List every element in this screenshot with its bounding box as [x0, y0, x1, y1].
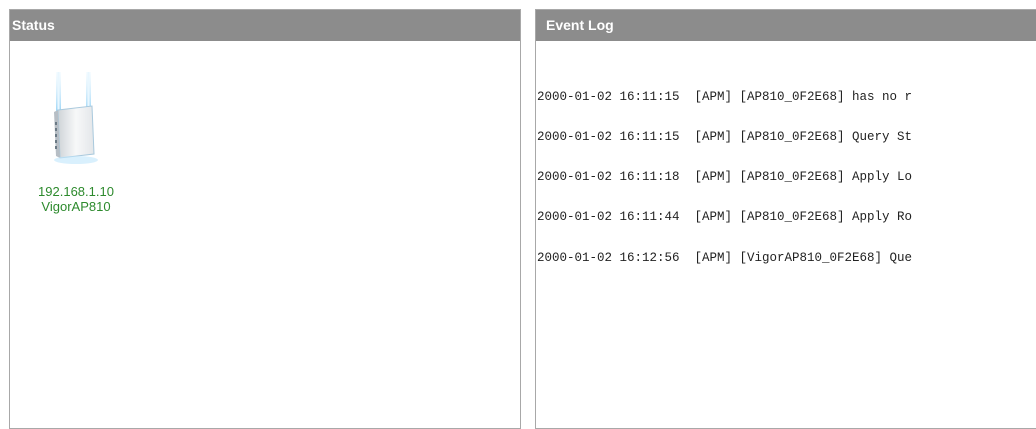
log-line: 2000-01-02 16:11:18 [APM] [AP810_0F2E68]…: [537, 170, 913, 185]
access-point-icon: [54, 72, 98, 164]
event-log-panel: Event Log 2000-01-02 16:11:15 [APM] [AP8…: [535, 9, 1036, 429]
event-log-area[interactable]: 2000-01-02 16:11:15 [APM] [AP810_0F2E68]…: [536, 41, 1036, 397]
event-log-content: 2000-01-02 16:11:15 [APM] [AP810_0F2E68]…: [536, 41, 1036, 292]
device-ip-label: 192.168.1.10: [38, 184, 114, 199]
log-line: 2000-01-02 16:11:44 [APM] [AP810_0F2E68]…: [537, 210, 913, 225]
device-ap810[interactable]: 192.168.1.10 VigorAP810: [28, 62, 124, 214]
event-log-title: Event Log: [536, 10, 1036, 41]
status-panel-title: Status: [10, 10, 520, 41]
device-name-label: VigorAP810: [41, 199, 111, 214]
status-panel: Status 192.168.1.10 VigorAP810: [9, 9, 521, 429]
log-line: 2000-01-02 16:12:56 [APM] [VigorAP810_0F…: [537, 250, 913, 265]
log-line: 2000-01-02 16:11:15 [APM] [AP810_0F2E68]…: [537, 89, 913, 104]
log-line: 2000-01-02 16:11:15 [APM] [AP810_0F2E68]…: [537, 130, 913, 145]
